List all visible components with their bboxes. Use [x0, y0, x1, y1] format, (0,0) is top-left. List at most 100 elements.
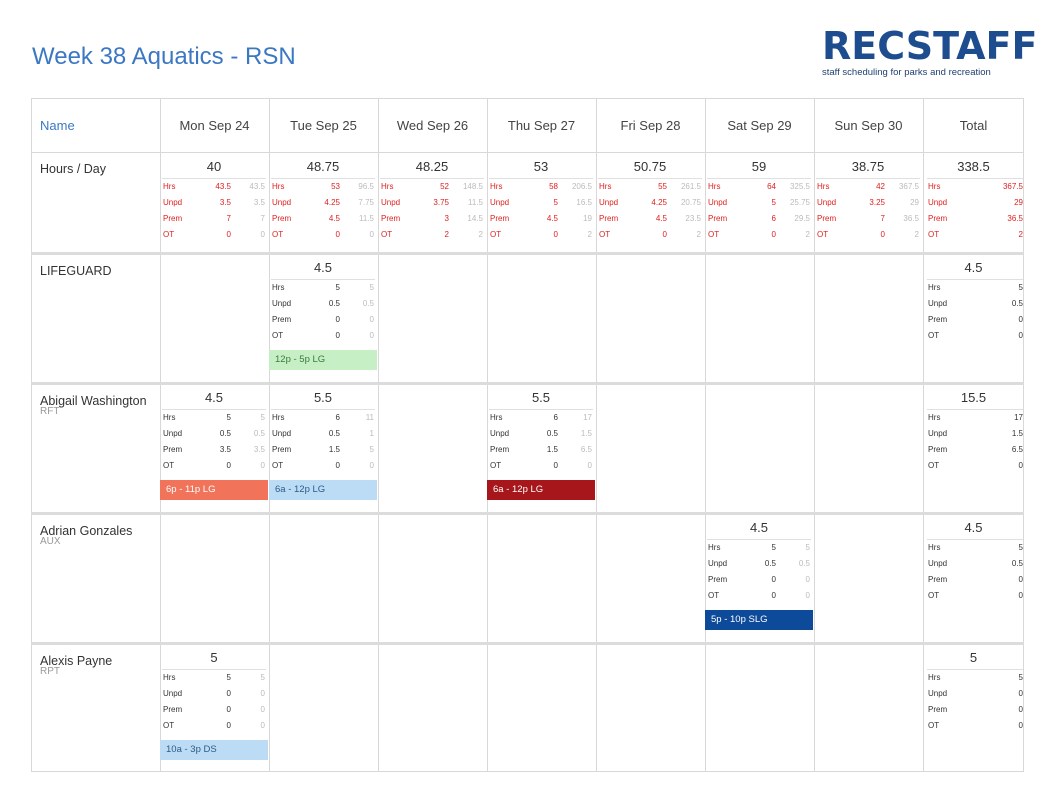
staff-name[interactable]: Alexis Payne RPT — [40, 654, 112, 677]
stat-row-hrs: Hrs 58 206.5 — [489, 179, 593, 195]
stat-value: 5 — [335, 283, 340, 292]
stat-label: Unpd — [272, 299, 292, 308]
stat-label: Hrs — [928, 283, 941, 292]
row-total-hours: 4.5 — [964, 520, 983, 535]
schedule-cell[interactable]: 5 Hrs 5 5 Unpd 0 0 Prem 0 0 OT 0 0 10a - 3p DS — [160, 647, 268, 760]
stat-label: Hrs — [272, 413, 285, 422]
stat-row-unpd: Unpd 0 — [927, 686, 1023, 702]
stat-value: 4.25 — [651, 198, 667, 207]
stat-row-hrs: Hrs 5 5 — [162, 670, 266, 686]
staff-name[interactable]: LIFEGUARD — [40, 264, 112, 278]
stat-value: 0 — [226, 230, 231, 239]
row-total-cell: 5 Hrs 5 Unpd 0 Prem 0 OT 0 — [923, 647, 1024, 734]
stat-label: Prem — [928, 214, 948, 223]
stat-value: 0 — [771, 575, 776, 584]
grand-total-hours: 338.5 — [957, 159, 990, 174]
hours-day-cell: 48.25 Hrs 52 148.5 Unpd 3.75 11.5 Prem 3 14.5 OT 2 2 — [378, 156, 486, 243]
stat-label: OT — [928, 591, 940, 600]
stat-row-prem: Prem 4.5 23.5 — [598, 211, 702, 227]
stat-row-unpd: Unpd 0.5 — [927, 556, 1023, 572]
stat-label: Prem — [928, 445, 948, 454]
stat-value: 29 — [1014, 198, 1023, 207]
stat-label: Unpd — [272, 198, 292, 207]
shift-block[interactable]: 5p - 10p SLG — [705, 610, 813, 630]
stat-label: Hrs — [599, 182, 612, 191]
stat-row-hrs: Hrs 5 5 — [707, 540, 811, 556]
day-column-header[interactable]: Fri Sep 28 — [596, 98, 705, 152]
hours-day-cell: 50.75 Hrs 55 261.5 Unpd 4.25 20.75 Prem 4.5 23.5 O… — [596, 156, 704, 243]
stat-value: 58 — [549, 182, 558, 191]
shift-block[interactable]: 6p - 11p LG — [160, 480, 268, 500]
day-column-header[interactable]: Tue Sep 25 — [269, 98, 378, 152]
stat-label: Hrs — [928, 673, 941, 682]
day-total-hours: 40 — [206, 159, 222, 174]
stat-row-hrs: Hrs 43.5 43.5 — [162, 179, 266, 195]
grid-row-divider — [31, 512, 1024, 515]
stat-value: 0 — [771, 591, 776, 600]
stat-row-ot: OT 2 2 — [380, 227, 484, 243]
staff-name[interactable]: Adrian Gonzales AUX — [40, 524, 132, 547]
stat-label: Unpd — [490, 198, 510, 207]
stat-row-unpd: Unpd 3.75 11.5 — [380, 195, 484, 211]
stat-value: 53 — [331, 182, 340, 191]
stat-value: 0 — [771, 230, 776, 239]
stat-cumulative: 0 — [260, 689, 265, 698]
schedule-grid: Name Total Mon Sep 24 Tue Sep 25 Wed Sep 2… — [31, 98, 1024, 772]
stat-cumulative: 261.5 — [680, 182, 701, 191]
stat-cumulative: 0 — [369, 331, 374, 340]
schedule-cell[interactable]: 4.5 Hrs 5 5 Unpd 0.5 0.5 Prem 0 0 OT 0 0 5p - 10p SLG — [705, 517, 813, 630]
day-column-header[interactable]: Sun Sep 30 — [814, 98, 923, 152]
hours-day-cell: 59 Hrs 64 325.5 Unpd 5 25.75 Prem 6 29.5 OT 0 2 — [705, 156, 813, 243]
stat-cumulative: 20.75 — [680, 198, 701, 207]
day-column-header[interactable]: Sat Sep 29 — [705, 98, 814, 152]
stat-cumulative: 36.5 — [903, 214, 919, 223]
shift-block[interactable]: 6a - 12p LG — [487, 480, 595, 500]
stat-value: 5 — [1018, 283, 1023, 292]
hours-day-cell: 48.75 Hrs 53 96.5 Unpd 4.25 7.75 Prem 4.5 11.5 OT 0… — [269, 156, 377, 243]
day-column-header[interactable]: Mon Sep 24 — [160, 98, 269, 152]
stat-cumulative: 6.5 — [580, 445, 592, 454]
stat-row-hrs: Hrs 5 — [927, 540, 1023, 556]
shift-block[interactable]: 6a - 12p LG — [269, 480, 377, 500]
stat-row-ot: OT 0 0 — [271, 458, 375, 474]
staff-name[interactable]: Abigail Washington RFT — [40, 394, 147, 417]
day-column-header[interactable]: Thu Sep 27 — [487, 98, 596, 152]
stat-value: 5 — [1018, 673, 1023, 682]
stat-label: Prem — [272, 214, 292, 223]
grid-row-divider — [31, 771, 1024, 772]
stat-label: Prem — [490, 214, 510, 223]
schedule-cell[interactable]: 5.5 Hrs 6 17 Unpd 0.5 1.5 Prem 1.5 6.5 OT 0 0 6a - 12… — [487, 387, 595, 500]
grid-column-divider — [31, 98, 32, 772]
stat-row-prem: Prem 0 0 — [271, 312, 375, 328]
stat-cumulative: 5 — [805, 543, 810, 552]
name-column-header[interactable]: Name — [31, 98, 160, 152]
stat-cumulative: 1 — [369, 429, 374, 438]
stat-row-unpd: Unpd 0.5 1 — [271, 426, 375, 442]
stat-cumulative: 2 — [914, 230, 919, 239]
stat-cumulative: 1.5 — [580, 429, 592, 438]
stat-label: Prem — [928, 705, 948, 714]
stats-block: Hrs 43.5 43.5 Unpd 3.5 3.5 Prem 7 7 OT 0 0 — [162, 178, 266, 243]
stat-label: Unpd — [928, 198, 948, 207]
cell-total-hours: 4.5 — [313, 260, 333, 275]
stat-row-prem: Prem 0 — [927, 572, 1023, 588]
stats-block: Hrs 55 261.5 Unpd 4.25 20.75 Prem 4.5 23.5 OT 0 2 — [598, 178, 702, 243]
stat-value: 52 — [440, 182, 449, 191]
stat-value: 1.5 — [546, 445, 558, 454]
day-total-hours: 48.25 — [415, 159, 449, 174]
day-column-header[interactable]: Wed Sep 26 — [378, 98, 487, 152]
stat-label: OT — [163, 461, 175, 470]
shift-block[interactable]: 10a - 3p DS — [160, 740, 268, 760]
cell-total-hours: 5.5 — [313, 390, 333, 405]
stat-value: 3.5 — [219, 445, 231, 454]
schedule-cell[interactable]: 4.5 Hrs 5 5 Unpd 0.5 0.5 Prem 0 0 OT 0 0 12p - 5p LG — [269, 257, 377, 370]
stat-value: 2 — [444, 230, 449, 239]
shift-block[interactable]: 12p - 5p LG — [269, 350, 377, 370]
stat-cumulative: 11.5 — [359, 214, 374, 223]
schedule-cell[interactable]: 5.5 Hrs 6 11 Unpd 0.5 1 Prem 1.5 5 OT 0 0 6a - 12p LG — [269, 387, 377, 500]
stat-row-ot: OT 0 0 — [271, 227, 375, 243]
stats-block: Hrs 6 17 Unpd 0.5 1.5 Prem 1.5 6.5 OT 0 0 — [489, 409, 593, 474]
schedule-cell[interactable]: 4.5 Hrs 5 5 Unpd 0.5 0.5 Prem 3.5 3.5 OT 0 0 6p - 11p… — [160, 387, 268, 500]
stat-value: 6 — [771, 214, 776, 223]
stat-cumulative: 0.5 — [798, 559, 810, 568]
